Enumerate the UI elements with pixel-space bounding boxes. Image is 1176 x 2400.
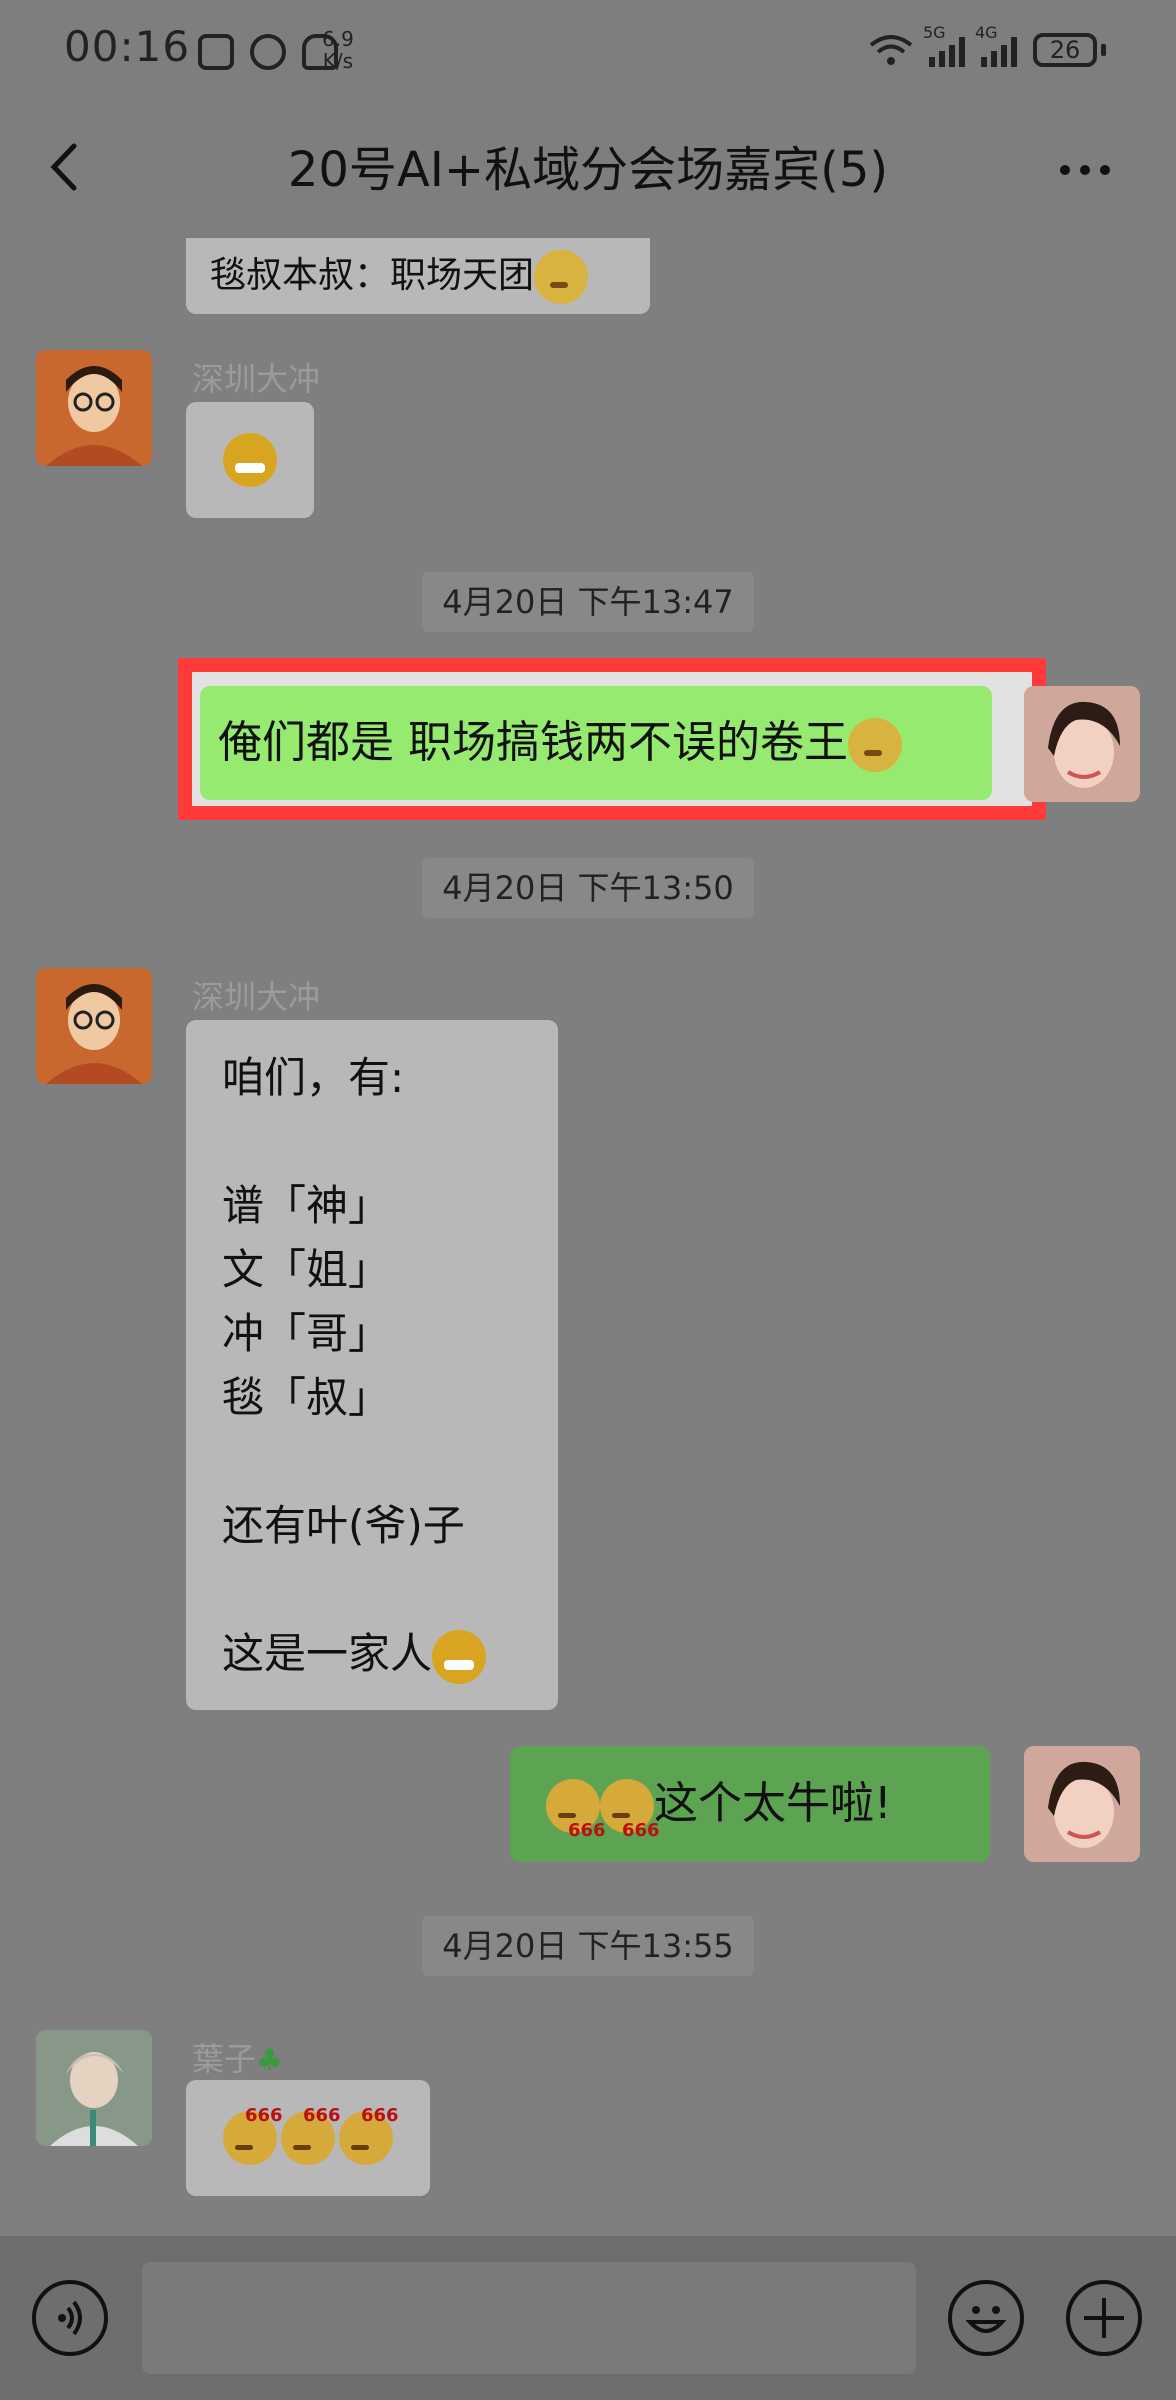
sender-name-text: 葉子	[192, 2040, 257, 2078]
message-line: 冲「哥」	[222, 1309, 391, 1358]
message-line: 毯「叔」	[222, 1373, 391, 1422]
avatar[interactable]	[1024, 686, 1140, 802]
chat-title: 20号AI+私域分会场嘉宾(5)	[287, 142, 889, 198]
grin-emoji-icon	[223, 433, 277, 487]
message-line-last: 这是一家人	[222, 1622, 558, 1686]
thinking-emoji-icon	[534, 250, 589, 304]
message-bubble[interactable]: 咱们，有: 谱「神」 文「姐」 冲「哥」 毯「叔」 还有叶(爷)子 这是一家人	[186, 1020, 558, 1710]
emoji-icon[interactable]	[948, 2280, 1024, 2356]
666-emoji-icon	[281, 2105, 341, 2165]
signal-4g-label: 4G	[975, 23, 998, 42]
message-line	[222, 1558, 558, 1622]
timestamp: 4月20日 下午13:55	[422, 1916, 754, 1976]
timestamp: 4月20日 下午13:47	[422, 572, 754, 632]
battery-icon: 26	[1033, 33, 1097, 67]
thinking-emoji-icon	[848, 718, 902, 772]
sender-name: 深圳大冲	[192, 360, 321, 398]
status-time: 00:16	[64, 22, 191, 71]
signal-5g-label: 5G	[923, 23, 946, 42]
voice-icon[interactable]	[32, 2280, 108, 2356]
signal-5g-icon: 5G	[923, 23, 965, 67]
message-text: 俺们都是 职场搞钱两不误的卷王	[218, 717, 848, 768]
666-emoji-icon	[600, 1773, 660, 1889]
wifi-icon	[869, 33, 913, 67]
net-speed: 6.9 K/s	[322, 28, 354, 72]
message-text: 这个太牛啦!	[654, 1778, 892, 1829]
battery-tip	[1101, 44, 1106, 56]
666-emoji-icon	[546, 1773, 606, 1889]
clover-icon: ♣	[256, 2043, 283, 2078]
666-emoji-icon	[223, 2105, 283, 2165]
status-right-icons: 5G 4G 26	[869, 23, 1106, 72]
avatar[interactable]	[36, 350, 152, 466]
timestamp: 4月20日 下午13:50	[422, 858, 754, 918]
signal-4g-icon: 4G	[975, 23, 1017, 67]
message-line: 还有叶(爷)子	[222, 1501, 465, 1550]
message-bubble[interactable]	[186, 402, 314, 518]
message-bubble[interactable]: 毯叔本叔：职场天团	[186, 238, 650, 314]
message-bubble-highlighted[interactable]: 俺们都是 职场搞钱两不误的卷王	[200, 686, 992, 800]
status-left-icons	[198, 30, 338, 74]
message-bubble[interactable]: 这个太牛啦!	[510, 1746, 990, 1889]
avatar[interactable]	[1024, 1746, 1140, 1862]
more-icon[interactable]	[1060, 150, 1120, 190]
back-arrow-icon[interactable]	[42, 142, 92, 192]
alarm-icon	[250, 34, 286, 70]
666-emoji-icon	[339, 2105, 399, 2165]
message-bubble[interactable]	[186, 2080, 430, 2196]
message-line: 谱「神」	[222, 1181, 391, 1230]
plus-icon[interactable]	[1066, 2280, 1142, 2356]
message-line	[222, 1430, 558, 1494]
message-input[interactable]	[142, 2262, 916, 2374]
sender-name: 深圳大冲	[192, 978, 321, 1016]
avatar[interactable]	[36, 2030, 152, 2146]
message-line: 咱们，有:	[222, 1053, 405, 1102]
net-speed-value: 6.9	[322, 27, 354, 51]
net-speed-unit: K/s	[322, 49, 354, 73]
message-text: 毯叔本叔：职场天团	[210, 255, 535, 296]
avatar[interactable]	[36, 968, 152, 1084]
grin-emoji-icon	[432, 1629, 487, 1684]
nfc-icon	[198, 34, 234, 70]
message-line	[222, 1110, 558, 1174]
message-line: 这是一家人	[222, 1629, 433, 1678]
message-line: 文「姐」	[222, 1245, 391, 1294]
sender-name: 葉子♣	[192, 2034, 283, 2080]
status-bar: 00:16 6.9 K/s 5G 4G 26	[0, 0, 1176, 100]
